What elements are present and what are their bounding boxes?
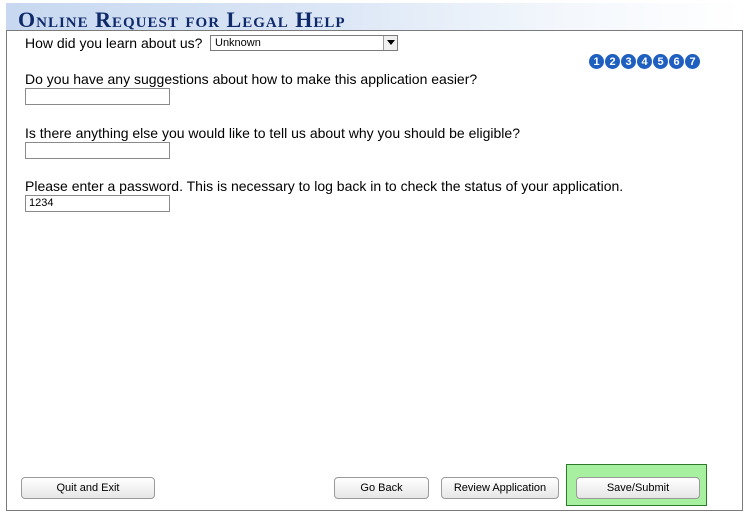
- step-6-icon[interactable]: 6: [669, 54, 684, 69]
- referral-select[interactable]: Unknown: [210, 35, 398, 51]
- referral-label: How did you learn about us?: [25, 35, 203, 51]
- eligibility-label: Is there anything else you would like to…: [25, 125, 520, 141]
- step-2-icon[interactable]: 2: [605, 54, 620, 69]
- password-input[interactable]: 1234: [25, 195, 170, 212]
- step-1-icon[interactable]: 1: [589, 54, 604, 69]
- suggestions-input[interactable]: [25, 88, 170, 105]
- review-application-button[interactable]: Review Application: [441, 477, 559, 499]
- go-back-button[interactable]: Go Back: [334, 477, 429, 499]
- suggestions-label: Do you have any suggestions about how to…: [25, 71, 478, 87]
- eligibility-input[interactable]: [25, 142, 170, 159]
- quit-exit-button[interactable]: Quit and Exit: [21, 477, 155, 499]
- step-indicator: 1 2 3 4 5 6 7: [589, 54, 700, 69]
- step-3-icon[interactable]: 3: [621, 54, 636, 69]
- save-submit-button[interactable]: Save/Submit: [576, 477, 700, 499]
- step-5-icon[interactable]: 5: [653, 54, 668, 69]
- password-label: Please enter a password. This is necessa…: [25, 178, 624, 194]
- referral-select-value: Unknown: [215, 37, 261, 49]
- chevron-down-icon[interactable]: [383, 36, 397, 50]
- header-band: Online Request for Legal Help: [6, 3, 743, 32]
- step-7-icon[interactable]: 7: [685, 54, 700, 69]
- step-4-icon[interactable]: 4: [637, 54, 652, 69]
